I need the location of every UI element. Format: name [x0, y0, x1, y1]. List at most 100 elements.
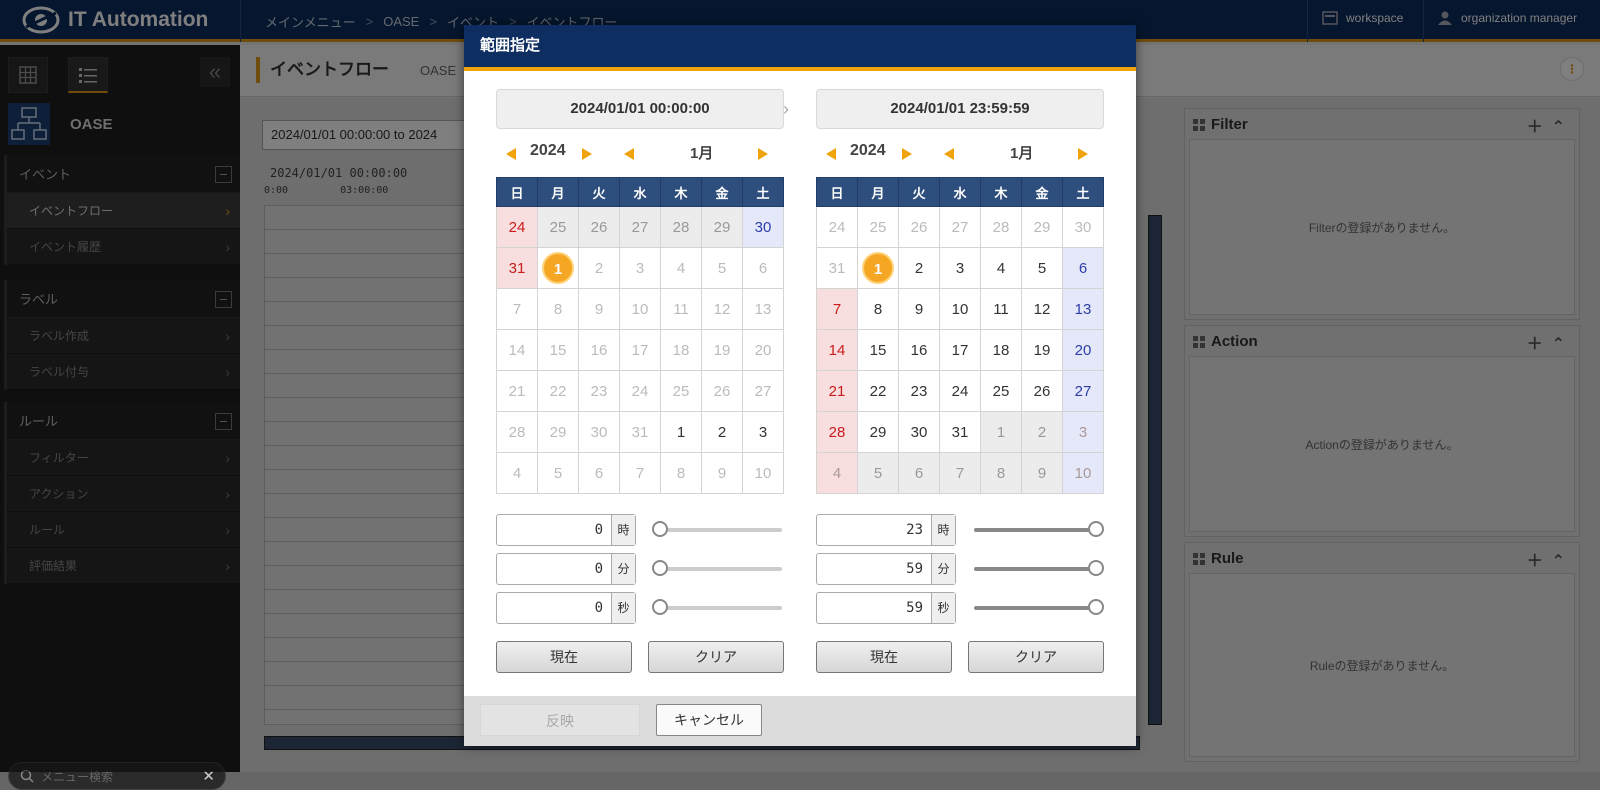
calendar-day[interactable]: 9	[701, 452, 743, 494]
calendar-day[interactable]: 8	[980, 452, 1022, 494]
calendar-day[interactable]: 11	[660, 288, 702, 330]
second-input[interactable]: 59 秒	[816, 592, 956, 624]
minute-input[interactable]: 59 分	[816, 553, 956, 585]
calendar-day[interactable]: 9	[1021, 452, 1063, 494]
calendar-day[interactable]: 25	[980, 370, 1022, 412]
calendar-day[interactable]: 10	[939, 288, 981, 330]
calendar-day[interactable]: 24	[939, 370, 981, 412]
calendar-day[interactable]: 22	[857, 370, 899, 412]
calendar-day[interactable]: 30	[742, 206, 784, 248]
calendar-day[interactable]: 17	[619, 329, 661, 371]
calendar-day[interactable]: 25	[537, 206, 579, 248]
calendar-day[interactable]: 26	[578, 206, 620, 248]
calendar-day[interactable]: 12	[1021, 288, 1063, 330]
calendar-day[interactable]: 21	[816, 370, 858, 412]
second-slider[interactable]	[974, 599, 1104, 615]
calendar-day[interactable]: 30	[898, 411, 940, 453]
calendar-day[interactable]: 6	[1062, 247, 1104, 289]
calendar-day[interactable]: 15	[537, 329, 579, 371]
calendar-day[interactable]: 23	[578, 370, 620, 412]
calendar-day[interactable]: 3	[1062, 411, 1104, 453]
calendar-day[interactable]: 14	[816, 329, 858, 371]
calendar-day[interactable]: 26	[898, 206, 940, 248]
calendar-day[interactable]: 14	[496, 329, 538, 371]
next-month-icon[interactable]	[758, 148, 768, 160]
calendar-day[interactable]: 31	[619, 411, 661, 453]
calendar-day[interactable]: 8	[857, 288, 899, 330]
calendar-day[interactable]: 25	[660, 370, 702, 412]
slider-knob[interactable]	[652, 560, 668, 576]
calendar-day[interactable]: 20	[742, 329, 784, 371]
calendar-day[interactable]: 27	[939, 206, 981, 248]
calendar-day[interactable]: 28	[496, 411, 538, 453]
calendar-day[interactable]: 6	[742, 247, 784, 289]
calendar-day[interactable]: 26	[1021, 370, 1063, 412]
calendar-day[interactable]: 28	[660, 206, 702, 248]
prev-month-icon[interactable]	[624, 148, 634, 160]
hour-slider[interactable]	[974, 521, 1104, 537]
calendar-day[interactable]: 30	[578, 411, 620, 453]
calendar-day[interactable]: 18	[660, 329, 702, 371]
calendar-day[interactable]: 24	[619, 370, 661, 412]
calendar-day[interactable]: 9	[898, 288, 940, 330]
hour-input[interactable]: 0時	[496, 514, 636, 546]
next-month-icon[interactable]	[1078, 148, 1088, 160]
calendar-day[interactable]: 28	[980, 206, 1022, 248]
calendar-day[interactable]: 31	[496, 247, 538, 289]
calendar-day[interactable]: 29	[537, 411, 579, 453]
calendar-day[interactable]: 7	[939, 452, 981, 494]
minute-slider[interactable]	[652, 560, 782, 576]
calendar-day[interactable]: 23	[898, 370, 940, 412]
next-year-icon[interactable]	[902, 148, 912, 160]
now-button[interactable]: 現在	[816, 641, 952, 673]
calendar-day[interactable]: 22	[537, 370, 579, 412]
selected-day[interactable]: 1	[542, 252, 574, 284]
calendar-day[interactable]: 2	[1021, 411, 1063, 453]
hour-slider[interactable]	[652, 521, 782, 537]
calendar-day[interactable]: 1	[857, 247, 899, 289]
calendar-day[interactable]: 6	[578, 452, 620, 494]
calendar-day[interactable]: 24	[496, 206, 538, 248]
calendar-day[interactable]: 7	[619, 452, 661, 494]
calendar-day[interactable]: 3	[619, 247, 661, 289]
calendar-day[interactable]: 26	[701, 370, 743, 412]
calendar-day[interactable]: 31	[939, 411, 981, 453]
calendar-day[interactable]: 5	[701, 247, 743, 289]
calendar-day[interactable]: 10	[1062, 452, 1104, 494]
second-input[interactable]: 0秒	[496, 592, 636, 624]
calendar-day[interactable]: 29	[857, 411, 899, 453]
calendar-day[interactable]: 3	[742, 411, 784, 453]
calendar-day[interactable]: 12	[701, 288, 743, 330]
clear-button[interactable]: クリア	[648, 641, 784, 673]
clear-button[interactable]: クリア	[968, 641, 1104, 673]
calendar-day[interactable]: 1	[537, 247, 579, 289]
calendar-day[interactable]: 7	[496, 288, 538, 330]
calendar-day[interactable]: 19	[1021, 329, 1063, 371]
prev-month-icon[interactable]	[944, 148, 954, 160]
calendar-day[interactable]: 9	[578, 288, 620, 330]
calendar-day[interactable]: 20	[1062, 329, 1104, 371]
now-button[interactable]: 現在	[496, 641, 632, 673]
calendar-day[interactable]: 21	[496, 370, 538, 412]
calendar-day[interactable]: 18	[980, 329, 1022, 371]
cancel-button[interactable]: キャンセル	[656, 704, 762, 736]
calendar-day[interactable]: 29	[701, 206, 743, 248]
calendar-day[interactable]: 24	[816, 206, 858, 248]
calendar-day[interactable]: 2	[701, 411, 743, 453]
calendar-day[interactable]: 6	[898, 452, 940, 494]
calendar-day[interactable]: 29	[1021, 206, 1063, 248]
minute-input[interactable]: 0分	[496, 553, 636, 585]
calendar-day[interactable]: 10	[619, 288, 661, 330]
apply-button[interactable]: 反映	[480, 704, 640, 736]
slider-knob[interactable]	[652, 521, 668, 537]
calendar-day[interactable]: 10	[742, 452, 784, 494]
calendar-day[interactable]: 2	[578, 247, 620, 289]
calendar-day[interactable]: 15	[857, 329, 899, 371]
second-slider[interactable]	[652, 599, 782, 615]
calendar-day[interactable]: 17	[939, 329, 981, 371]
calendar-day[interactable]: 3	[939, 247, 981, 289]
calendar-day[interactable]: 5	[1021, 247, 1063, 289]
calendar-day[interactable]: 27	[619, 206, 661, 248]
calendar-day[interactable]: 13	[742, 288, 784, 330]
calendar-day[interactable]: 8	[660, 452, 702, 494]
